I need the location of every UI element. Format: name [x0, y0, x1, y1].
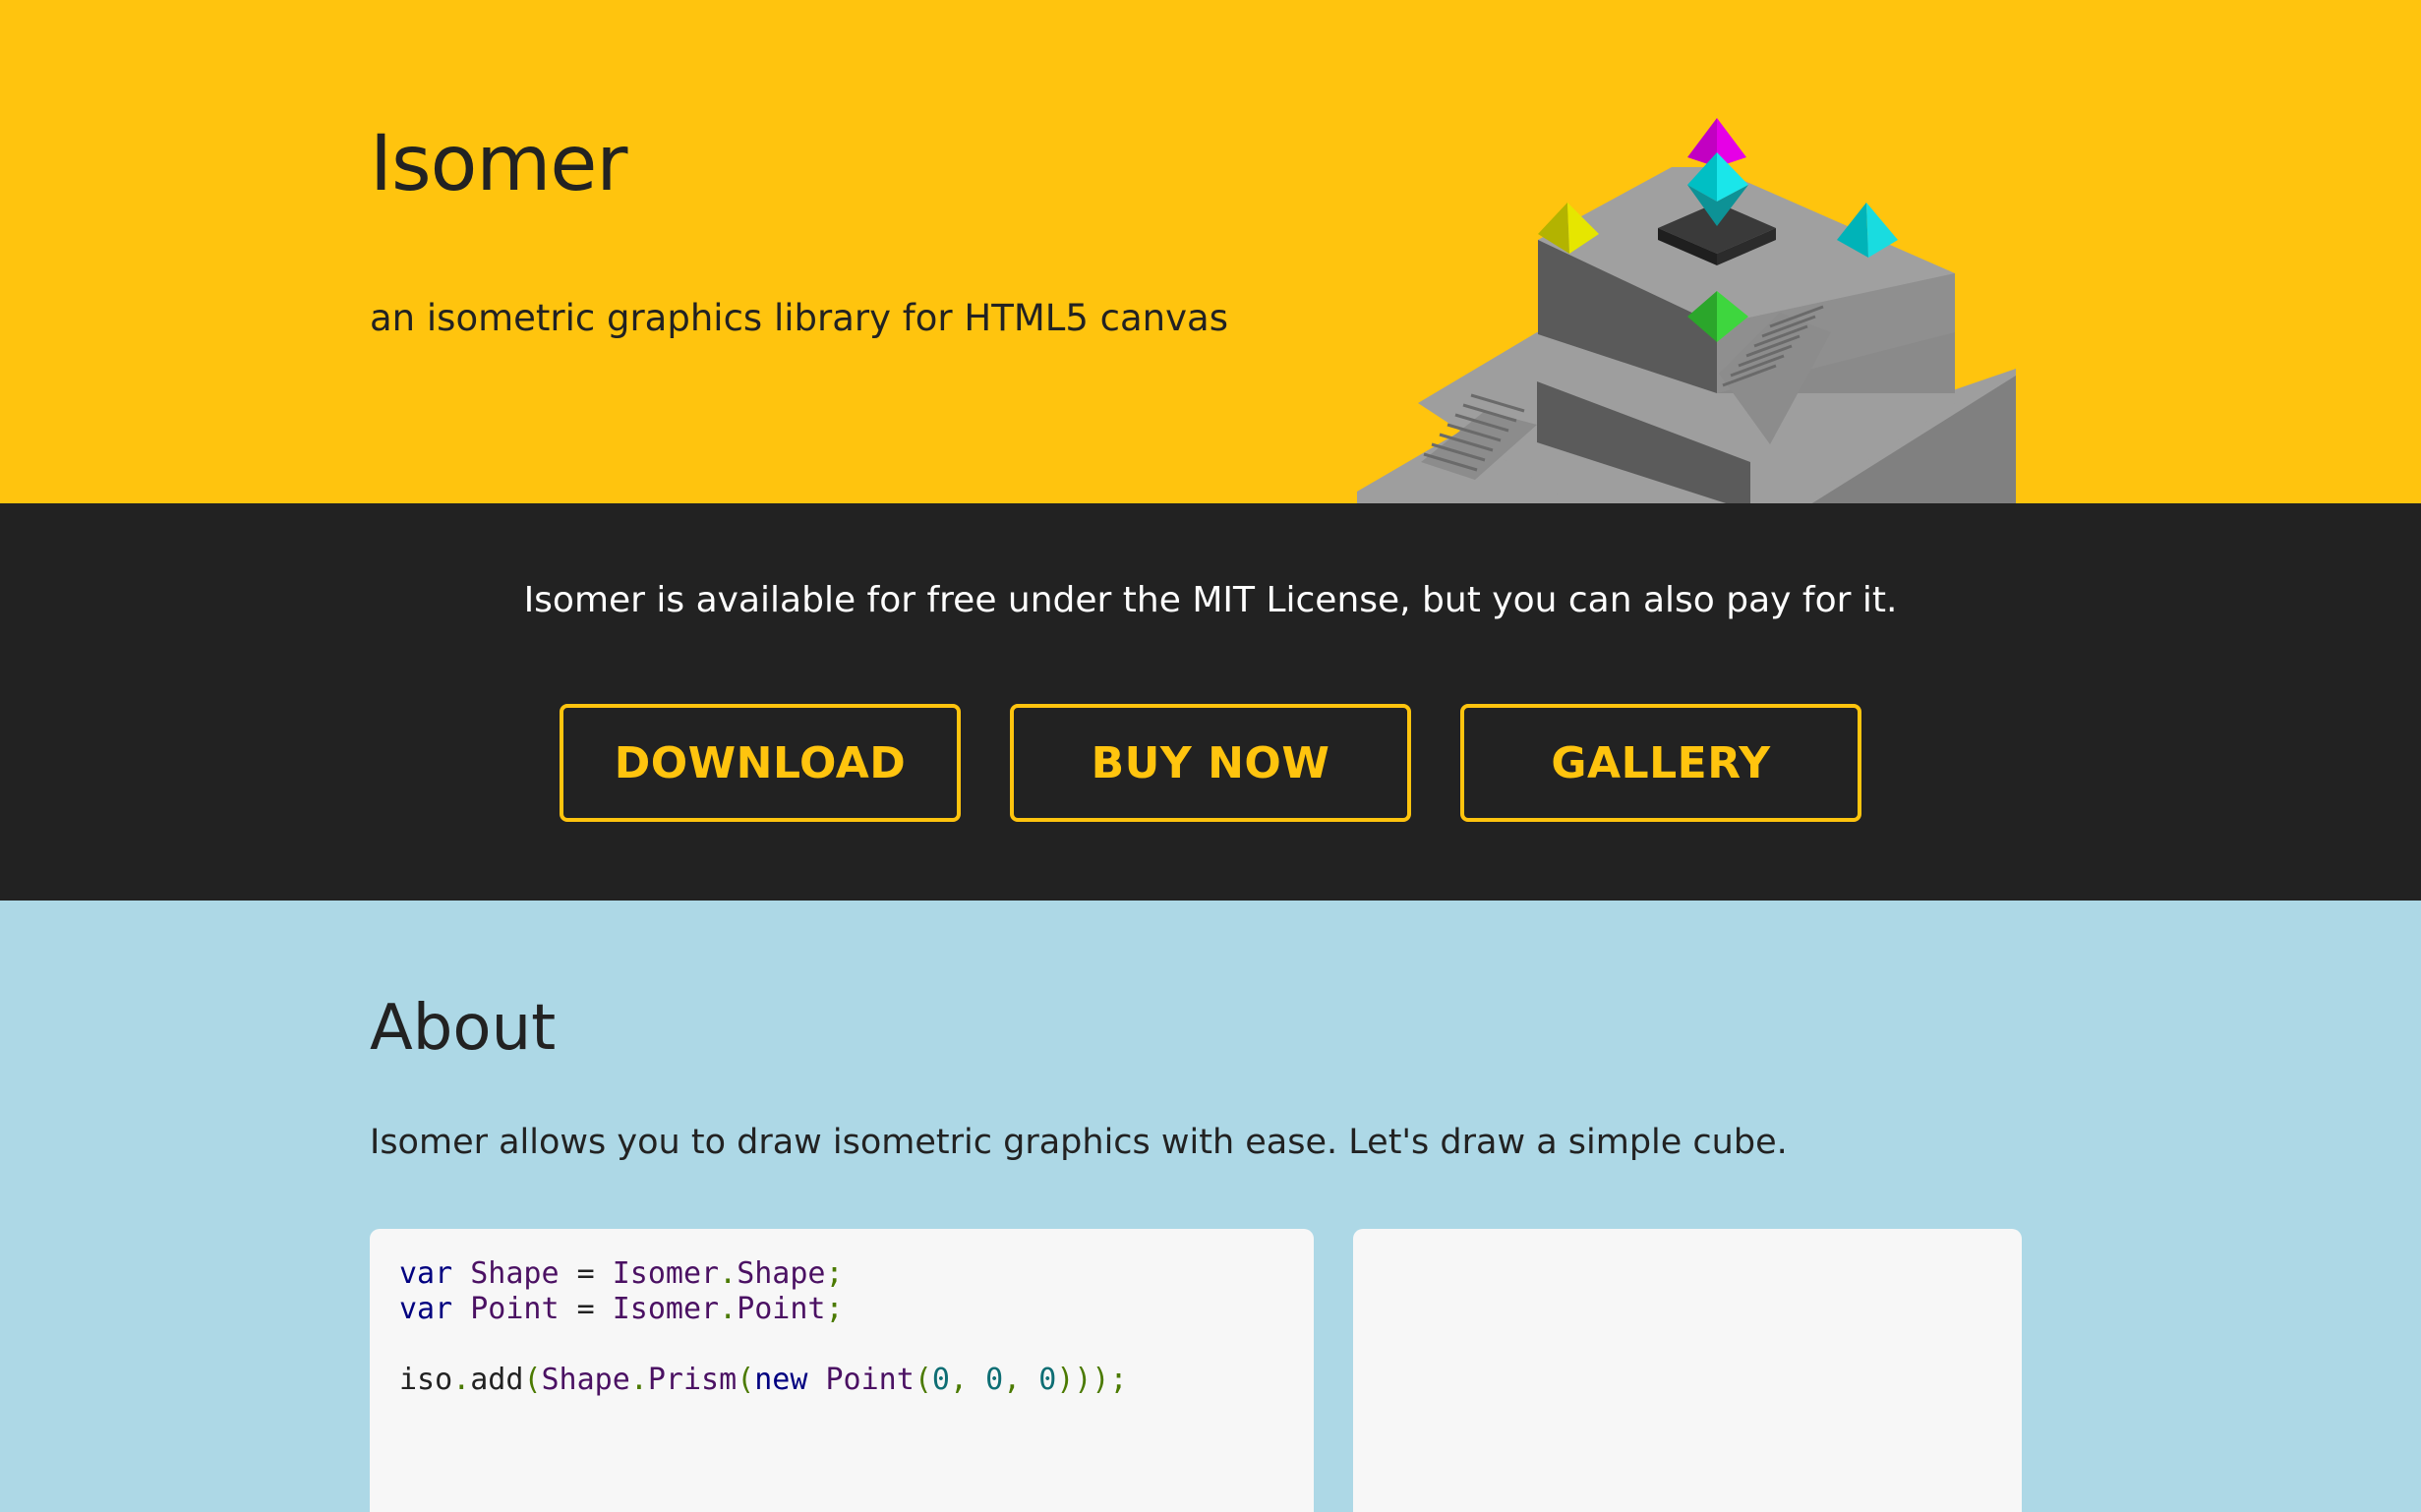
code-keyword: new — [754, 1363, 808, 1397]
about-heading: About — [370, 992, 557, 1065]
code-punctuation: . — [719, 1256, 738, 1291]
code-identifier: Point — [470, 1292, 560, 1326]
page-subtitle: an isometric graphics library for HTML5 … — [370, 297, 1228, 339]
code-example[interactable]: var Shape = Isomer.Shape; var Point = Is… — [370, 1229, 1314, 1512]
code-operator: = — [576, 1256, 595, 1291]
buy-now-button[interactable]: BUY NOW — [1010, 704, 1411, 822]
about-description: Isomer allows you to draw isometric grap… — [370, 1123, 1788, 1162]
code-identifier: Shape — [541, 1363, 630, 1397]
page-title: Isomer — [370, 120, 627, 208]
license-text: Isomer is available for free under the M… — [523, 580, 1898, 620]
gallery-button[interactable]: GALLERY — [1460, 704, 1861, 822]
code-punctuation: . — [719, 1292, 738, 1326]
action-buttons: DOWNLOAD BUY NOW GALLERY — [0, 704, 2421, 822]
code-identifier: Shape — [470, 1256, 560, 1291]
code-punctuation: ( — [914, 1363, 932, 1397]
code-punctuation: ; — [825, 1292, 844, 1326]
code-punctuation: ( — [737, 1363, 755, 1397]
about-section: About Isomer allows you to draw isometri… — [0, 901, 2421, 1512]
code-number: 0 — [985, 1363, 1004, 1397]
code-method: add — [470, 1363, 524, 1397]
code-punctuation: , — [1003, 1363, 1039, 1397]
hero-section: Isomer an isometric graphics library for… — [0, 0, 2421, 503]
canvas-preview — [1353, 1229, 2022, 1512]
isometric-pyramid-illustration — [1357, 118, 2016, 503]
code-identifier: Point — [825, 1363, 915, 1397]
code-punctuation: ))); — [1056, 1363, 1128, 1397]
license-section: Isomer is available for free under the M… — [0, 503, 2421, 901]
code-number: 0 — [1038, 1363, 1057, 1397]
code-identifier: Point — [737, 1292, 826, 1326]
code-punctuation: . — [452, 1363, 471, 1397]
code-identifier: Isomer — [612, 1292, 720, 1326]
code-number: 0 — [931, 1363, 950, 1397]
code-operator: = — [576, 1292, 595, 1326]
code-keyword: var — [399, 1292, 453, 1326]
code-punctuation: ( — [523, 1363, 542, 1397]
code-punctuation: ; — [825, 1256, 844, 1291]
code-identifier: Shape — [737, 1256, 826, 1291]
code-punctuation: . — [629, 1363, 648, 1397]
code-identifier: Prism — [647, 1363, 738, 1397]
code-identifier: iso — [399, 1363, 453, 1397]
code-block: var Shape = Isomer.Shape; var Point = Is… — [399, 1256, 1284, 1398]
code-punctuation: , — [949, 1363, 986, 1397]
code-keyword: var — [399, 1256, 453, 1291]
download-button[interactable]: DOWNLOAD — [560, 704, 961, 822]
code-identifier: Isomer — [612, 1256, 720, 1291]
